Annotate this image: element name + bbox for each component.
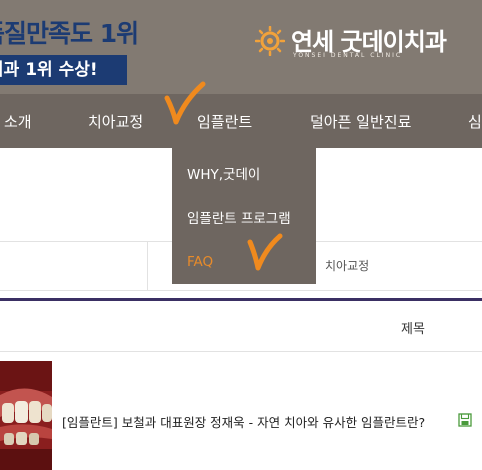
logo-subtitle: YONSEI DENTAL CLINIC <box>293 52 403 59</box>
nav-item-more[interactable]: 심 <box>468 111 482 132</box>
dropdown-item-faq[interactable]: FAQ <box>187 254 213 270</box>
nav-item-about[interactable]: 소개 <box>4 111 32 132</box>
main-nav: 소개 치아교정 임플란트 덜아픈 일반진료 심 <box>0 94 482 148</box>
checkmark-icon <box>247 233 283 271</box>
dental-photo <box>0 361 52 470</box>
dropdown-item-why-goodday[interactable]: WHY,굿데이 <box>187 163 260 183</box>
checkmark-icon <box>164 81 206 125</box>
column-title-header: 제목 <box>401 322 425 337</box>
post-title-link[interactable]: [임플란트] 보철과 대표원장 정재욱 - 자연 치아와 유사한 임플란트란? <box>62 412 425 431</box>
tab-divider <box>147 242 148 290</box>
post-thumbnail[interactable] <box>0 361 52 470</box>
nav-item-general-care[interactable]: 덜아픈 일반진료 <box>310 111 411 132</box>
award-strip: 치과 1위 수상! <box>0 55 127 85</box>
award-title: 품질만족도 1위 <box>0 14 139 50</box>
implant-dropdown: WHY,굿데이 임플란트 프로그램 FAQ <box>172 148 316 284</box>
dropdown-item-implant-program[interactable]: 임플란트 프로그램 <box>187 207 291 227</box>
file-icon <box>458 413 472 427</box>
award-line-1: 품질만족도 1위 <box>0 19 139 48</box>
award-line-2: 치과 1위 수상! <box>0 60 98 80</box>
tab-orthodontics[interactable]: 치아교정 <box>325 257 369 274</box>
header-banner: 품질만족도 1위 치과 1위 수상! 연세 굿데이치과 YONSEI DENTA… <box>0 0 482 94</box>
sun-icon <box>255 26 285 56</box>
table-header: 제목 <box>0 301 482 352</box>
nav-item-orthodontics[interactable]: 치아교정 <box>88 111 143 132</box>
clinic-logo[interactable]: 연세 굿데이치과 YONSEI DENTAL CLINIC <box>255 22 455 62</box>
